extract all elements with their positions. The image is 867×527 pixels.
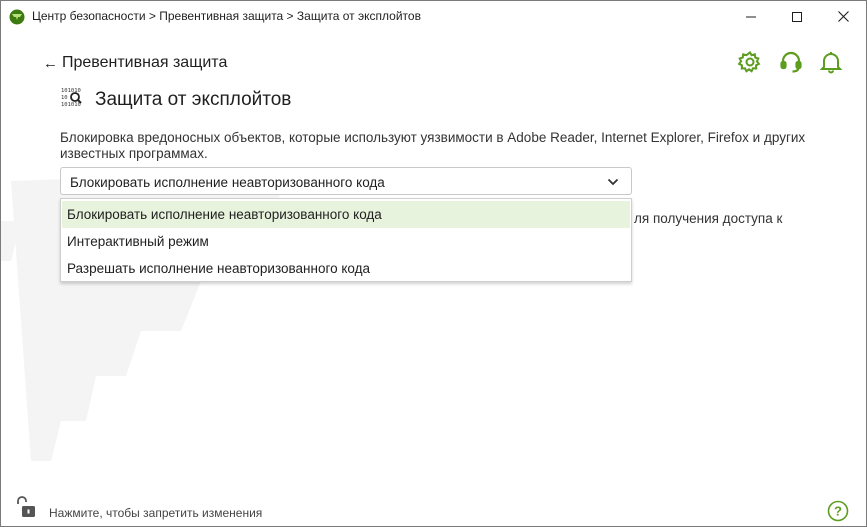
bell-icon[interactable] bbox=[818, 49, 844, 75]
partially-hidden-text: ля получения доступа к bbox=[634, 211, 783, 226]
lock-status-text[interactable]: Нажмите, чтобы запретить изменения bbox=[49, 506, 262, 520]
gear-icon[interactable] bbox=[737, 49, 763, 75]
app-logo-icon bbox=[9, 9, 25, 25]
minimize-icon bbox=[746, 16, 756, 17]
svg-text:10: 10 bbox=[61, 95, 68, 101]
svg-text:?: ? bbox=[834, 504, 842, 519]
close-button[interactable] bbox=[820, 1, 866, 32]
back-link[interactable]: ← Превентивная защита bbox=[43, 54, 227, 72]
action-select[interactable]: Блокировать исполнение неавторизованного… bbox=[60, 167, 632, 195]
headset-icon[interactable] bbox=[778, 49, 804, 75]
select-dropdown-list: Блокировать исполнение неавторизованного… bbox=[60, 198, 632, 282]
maximize-button[interactable] bbox=[774, 1, 820, 32]
exploit-shield-icon: 101010 10 101010 bbox=[61, 88, 82, 108]
help-icon[interactable]: ? bbox=[827, 500, 849, 522]
maximize-icon bbox=[792, 11, 802, 22]
back-arrow-icon: ← bbox=[43, 54, 58, 72]
page-description: Блокировка вредоносных объектов, которые… bbox=[60, 130, 806, 161]
window-title: Центр безопасности > Превентивная защита… bbox=[32, 9, 421, 23]
dropdown-option[interactable]: Интерактивный режим bbox=[62, 228, 630, 255]
unlock-icon[interactable] bbox=[15, 495, 37, 519]
svg-text:101010: 101010 bbox=[61, 102, 81, 108]
close-icon bbox=[837, 11, 849, 22]
select-value: Блокировать исполнение неавторизованного… bbox=[70, 175, 385, 190]
chevron-down-icon bbox=[607, 178, 619, 186]
app-window: Центр безопасности > Превентивная защита… bbox=[0, 0, 867, 527]
header-actions bbox=[737, 49, 847, 75]
dropdown-option[interactable]: Разрешать исполнение неавторизованного к… bbox=[62, 255, 630, 282]
minimize-button[interactable] bbox=[728, 1, 774, 32]
dropdown-option[interactable]: Блокировать исполнение неавторизованного… bbox=[62, 201, 630, 228]
back-link-label: Превентивная защита bbox=[62, 54, 228, 71]
title-bar: Центр безопасности > Превентивная защита… bbox=[1, 1, 866, 32]
page-title: Защита от эксплойтов bbox=[95, 89, 292, 110]
